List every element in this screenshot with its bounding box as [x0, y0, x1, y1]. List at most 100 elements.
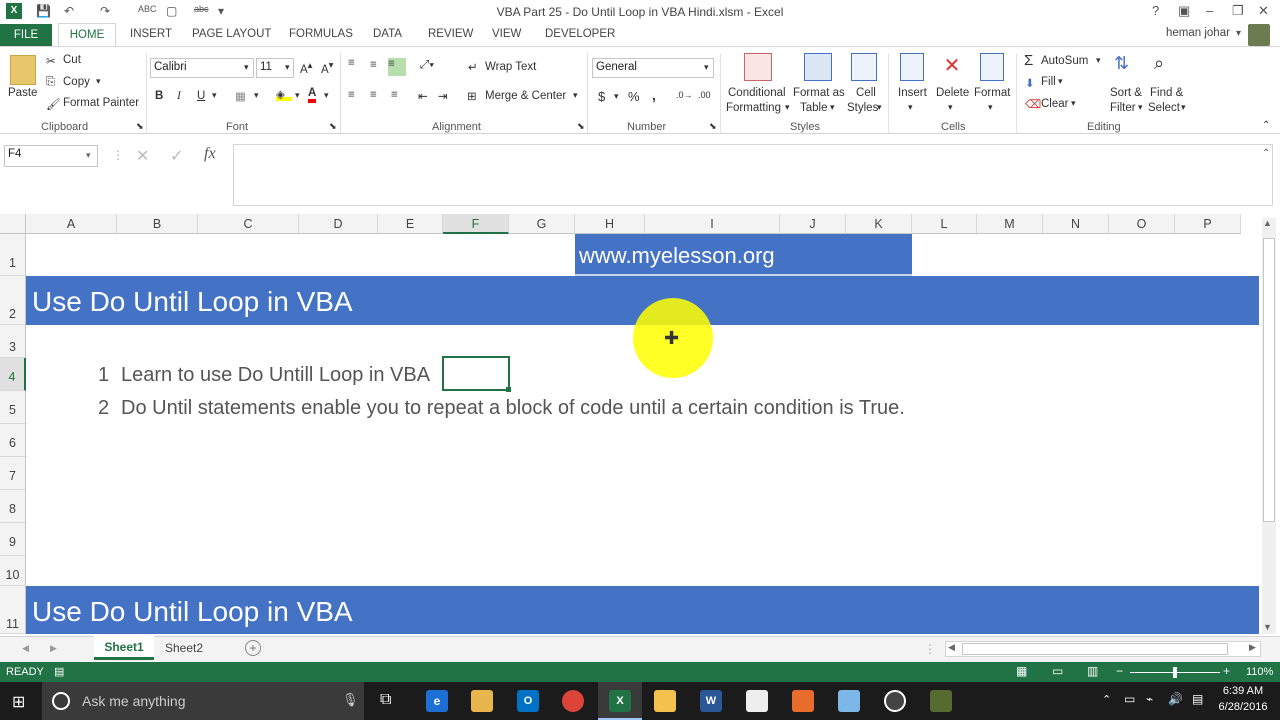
wrap-text-icon[interactable]: ↵ [468, 60, 478, 74]
excel-icon[interactable]: X [609, 690, 631, 712]
column-header[interactable]: M [977, 214, 1043, 234]
name-box[interactable]: F4 [4, 145, 98, 167]
avatar[interactable] [1248, 24, 1270, 46]
font-name-dropdown-icon[interactable]: ▾ [244, 62, 249, 73]
user-dropdown-icon[interactable]: ▾ [1236, 28, 1241, 39]
insert-dropdown-icon[interactable]: ▾ [908, 102, 913, 113]
row-header[interactable]: 7 [0, 457, 26, 490]
row-header[interactable]: 2 [0, 276, 26, 325]
task-view-icon[interactable]: ⧉ [380, 691, 391, 709]
format-as-label[interactable]: Format as [793, 87, 845, 99]
number-format-dropdown-icon[interactable]: ▾ [704, 62, 709, 73]
formatting-label[interactable]: Formatting [726, 102, 781, 114]
currency-button[interactable]: $ [598, 89, 605, 104]
tab-home[interactable]: HOME [58, 23, 116, 47]
styles-button-label[interactable]: Styles [847, 102, 878, 114]
format-dropdown-icon[interactable]: ▾ [988, 102, 993, 113]
app-icon[interactable] [930, 690, 952, 712]
font-size-dropdown-icon[interactable]: ▾ [285, 62, 290, 73]
expand-formula-icon[interactable]: ⌃ [1262, 148, 1270, 159]
row-header[interactable]: 6 [0, 424, 26, 457]
borders-dropdown-icon[interactable]: ▾ [254, 90, 259, 101]
format-painter-icon[interactable]: 🖌 [46, 97, 61, 111]
find-dropdown-icon[interactable]: ▾ [1181, 102, 1186, 113]
percent-button[interactable]: % [628, 89, 640, 104]
sort-label[interactable]: Sort & [1110, 87, 1142, 99]
copy-dropdown-icon[interactable]: ▾ [96, 76, 101, 87]
column-header[interactable]: J [780, 214, 846, 234]
merge-icon[interactable]: ⊞ [467, 89, 477, 103]
normal-view-icon[interactable]: ▦ [1016, 664, 1027, 678]
page-layout-view-icon[interactable]: ▭ [1052, 664, 1063, 678]
autosum-dropdown-icon[interactable]: ▾ [1096, 55, 1101, 66]
filter-label[interactable]: Filter [1110, 102, 1136, 114]
column-header[interactable]: K [846, 214, 912, 234]
column-header[interactable]: P [1175, 214, 1241, 234]
decrease-decimal-icon[interactable]: .00 [698, 90, 711, 100]
top-align-icon[interactable]: ≡ [348, 57, 355, 69]
store-icon[interactable] [746, 690, 768, 712]
column-header[interactable]: O [1109, 214, 1175, 234]
insert-function-icon[interactable]: fx [204, 145, 216, 163]
conditional-dropdown-icon[interactable]: ▾ [785, 102, 790, 113]
align-center-icon[interactable]: ≡ [370, 89, 377, 101]
cancel-entry-icon[interactable]: ✕ [136, 146, 149, 166]
cut-icon[interactable]: ✂ [46, 54, 56, 68]
underline-button[interactable]: U [197, 90, 205, 102]
clear-button[interactable]: Clear [1041, 98, 1068, 110]
sheet-tab-active[interactable]: Sheet1 [94, 636, 154, 660]
zoom-slider-thumb[interactable] [1173, 667, 1177, 678]
insert-cells-icon[interactable] [900, 53, 924, 81]
clear-icon[interactable]: ⌫ [1025, 97, 1041, 111]
number-format-select[interactable]: General [592, 58, 714, 78]
tab-page-layout[interactable]: PAGE LAYOUT [192, 28, 271, 40]
conditional-formatting-icon[interactable] [744, 53, 772, 81]
app-icon[interactable] [838, 690, 860, 712]
orientation-icon[interactable]: ⤢▾ [420, 59, 434, 72]
delete-cells-button[interactable]: Delete [936, 87, 969, 99]
binoculars-icon[interactable]: ⌕ [1154, 53, 1164, 74]
font-color-dropdown-icon[interactable]: ▾ [324, 90, 329, 101]
zoom-out-icon[interactable]: − [1116, 664, 1123, 678]
column-header[interactable]: C [198, 214, 299, 234]
column-header[interactable]: L [912, 214, 977, 234]
row-header[interactable]: 3 [0, 325, 26, 358]
conditional-label[interactable]: Conditional [728, 87, 786, 99]
borders-icon[interactable]: ▦ [235, 89, 246, 103]
font-launcher-icon[interactable]: ⬊ [329, 121, 337, 132]
clock-time[interactable]: 6:39 AM [1218, 685, 1268, 697]
column-header[interactable]: H [575, 214, 645, 234]
vertical-scroll-thumb[interactable] [1263, 238, 1275, 522]
middle-align-icon[interactable]: ≡ [370, 59, 377, 71]
table-label[interactable]: Table [800, 102, 828, 114]
column-header[interactable]: A [26, 214, 117, 234]
cut-button[interactable]: Cut [63, 54, 81, 66]
format-as-table-icon[interactable] [804, 53, 832, 81]
cell-label[interactable]: Cell [856, 87, 876, 99]
scroll-up-icon[interactable]: ▲ [1263, 218, 1272, 228]
alignment-launcher-icon[interactable]: ⬊ [577, 121, 585, 132]
fill-color-dropdown-icon[interactable]: ▾ [295, 90, 300, 101]
volume-icon[interactable]: 🔊 [1168, 692, 1183, 706]
tab-file[interactable]: FILE [0, 24, 52, 46]
bold-button[interactable]: B [155, 90, 163, 102]
user-name[interactable]: heman johar [1166, 27, 1230, 39]
collapse-ribbon-icon[interactable]: ⌃ [1262, 120, 1270, 131]
delete-cells-icon[interactable]: ✕ [940, 53, 964, 81]
windows-start-icon[interactable]: ⊞ [12, 692, 25, 712]
copy-button[interactable]: Copy [63, 76, 90, 88]
align-left-icon[interactable]: ≡ [348, 89, 355, 101]
minimize-icon[interactable]: – [1206, 3, 1213, 18]
row-header[interactable]: 9 [0, 523, 26, 556]
shrink-font-icon[interactable]: A▾ [321, 60, 333, 76]
fill-icon[interactable]: ⬇ [1025, 76, 1035, 90]
row-header[interactable]: 8 [0, 490, 26, 523]
show-hidden-icons[interactable]: ⌃ [1102, 693, 1111, 706]
increase-decimal-icon[interactable]: .0→ [676, 90, 693, 100]
restore-icon[interactable]: ❐ [1232, 3, 1244, 19]
tab-view[interactable]: VIEW [492, 28, 521, 40]
wrap-text-button[interactable]: Wrap Text [485, 61, 536, 73]
formula-input[interactable] [233, 144, 1273, 206]
select-label[interactable]: Select [1148, 102, 1180, 114]
cell-styles-icon[interactable] [851, 53, 877, 81]
